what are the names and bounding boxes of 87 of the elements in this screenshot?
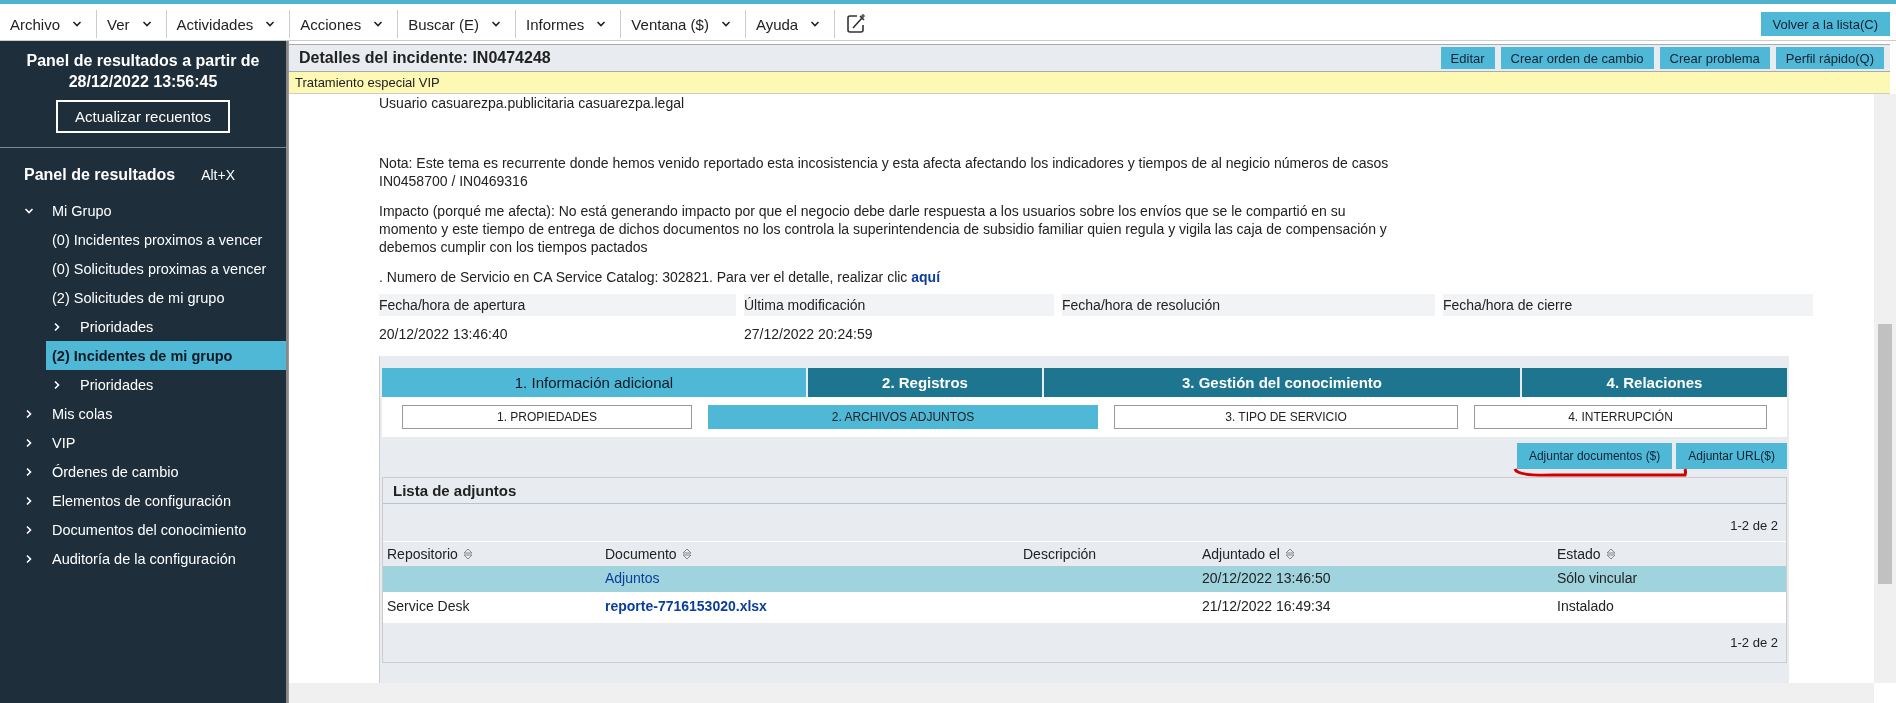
horizontal-scrollbar[interactable] xyxy=(289,683,1874,703)
catalog-note: . Numero de Servicio en CA Service Catalog: 302821. Para ver el detalle, realizar clic aquí xyxy=(379,268,942,286)
sort-icon[interactable] xyxy=(461,547,474,561)
tree-item[interactable]: Auditoría de la configuración xyxy=(0,544,286,573)
chevron-right-icon xyxy=(24,466,34,477)
shortcut-label: Alt+X xyxy=(201,167,236,183)
vip-banner: Tratamiento especial VIP xyxy=(289,72,1890,94)
table-cell: 20/12/2022 13:46:50 xyxy=(1198,566,1553,594)
tree-item[interactable]: Mi Grupo xyxy=(0,196,286,225)
date-label: Fecha/hora de apertura xyxy=(379,294,736,316)
menu-item[interactable]: Buscar (E) xyxy=(398,10,516,38)
chevron-right-icon xyxy=(24,408,34,419)
tree-item[interactable]: (2) Solicitudes de mi grupo xyxy=(0,283,286,312)
subtab[interactable]: 3. TIPO DE SERVICIO xyxy=(1114,405,1458,429)
date-label: Fecha/hora de resolución xyxy=(1062,294,1435,316)
document-link[interactable]: Adjuntos xyxy=(601,566,1019,594)
subtab[interactable]: 2. ARCHIVOS ADJUNTOS xyxy=(708,405,1098,429)
tree-item[interactable]: (0) Solicitudes proximas a vencer xyxy=(0,254,286,283)
menu-item[interactable]: Acciones xyxy=(290,10,399,38)
action-button[interactable]: Editar xyxy=(1440,47,1495,69)
vertical-scrollbar[interactable] xyxy=(1874,94,1896,683)
refresh-counts-button[interactable]: Actualizar recuentos xyxy=(56,100,230,133)
caret-icon xyxy=(265,19,276,29)
attach-button[interactable]: Adjuntar documentos ($) xyxy=(1516,443,1673,469)
description-text: Impacto (porqué me afecta): No está generando impacto por que el negocio debe darle respuesta a los usuarios sobre los envíos que se le compartió en su momento y este tiempo de entrega de dichos documentos no los controla la superintendencia de subsidio familiar quien regula y vigila las caja de compensación y debemos cumplir con los tiempos pactados xyxy=(379,202,1388,256)
column-header[interactable]: Documento xyxy=(601,541,1019,566)
caret-icon xyxy=(72,19,83,29)
tree-item[interactable]: Elementos de configuración xyxy=(0,486,286,515)
chevron-right-icon xyxy=(24,437,34,448)
tab[interactable]: 2. Registros xyxy=(808,368,1042,397)
action-button[interactable]: Crear orden de cambio xyxy=(1500,47,1654,69)
subtab[interactable]: 1. PROPIEDADES xyxy=(402,405,692,429)
tab[interactable]: 3. Gestión del conocimiento xyxy=(1044,368,1520,397)
date-value: 20/12/2022 13:46:40 xyxy=(379,325,509,344)
column-header[interactable]: Repositorio xyxy=(383,541,601,566)
chevron-right-icon xyxy=(24,495,34,506)
caret-icon xyxy=(596,19,607,29)
column-header[interactable]: Adjuntado el xyxy=(1198,541,1553,566)
tree-item[interactable]: Documentos del conocimiento xyxy=(0,515,286,544)
tab[interactable]: 4. Relaciones xyxy=(1522,368,1787,397)
table-cell: Sólo vincular xyxy=(1553,566,1786,594)
description-text: Usuario casuarezpa.publicitaria casuarezpa.legal xyxy=(379,94,686,112)
tab[interactable]: 1. Información adicional xyxy=(382,368,806,397)
caret-icon xyxy=(491,19,501,29)
description-text: Nota: Este tema es recurrente donde hemos venido reportado esta incosistencia y esta afecta afectando los indicadores y tiempos de al negicio números de casos IN0458700 / IN0469316 xyxy=(379,154,1389,190)
tree-item[interactable]: (0) Incidentes proximos a vencer xyxy=(0,225,286,254)
tree-item[interactable]: Mis colas xyxy=(0,399,286,428)
panel-title: Panel de resultados xyxy=(24,166,176,184)
detail-link[interactable]: aquí xyxy=(911,269,941,285)
back-to-list-button[interactable]: Volver a la lista(C) xyxy=(1760,12,1890,36)
chevron-right-icon xyxy=(52,379,62,390)
tree-item[interactable]: Órdenes de cambio xyxy=(0,457,286,486)
column-header[interactable]: Descripción xyxy=(1019,541,1198,566)
pager-label: 1-2 de 2 xyxy=(383,504,1786,541)
caret-icon xyxy=(373,19,384,29)
detail-title: Detalles del incidente: IN0474248 xyxy=(299,49,552,67)
date-label: Fecha/hora de cierre xyxy=(1443,294,1813,316)
chevron-right-icon xyxy=(24,524,34,535)
date-label: Última modificación xyxy=(744,294,1054,316)
caret-icon xyxy=(141,19,152,29)
panel-heading: Panel de resultados a partir de 28/12/2022 13:56:45 xyxy=(25,51,261,92)
menu-item[interactable]: Archivo xyxy=(0,10,98,38)
pager-label: 1-2 de 2 xyxy=(383,622,1786,662)
tree-item[interactable]: (2) Incidentes de mi grupo xyxy=(46,341,286,370)
edit-icon[interactable] xyxy=(845,13,868,35)
column-header[interactable]: Estado xyxy=(1553,541,1786,566)
list-title: Lista de adjuntos xyxy=(383,478,1786,504)
chevron-right-icon xyxy=(24,553,34,564)
caret-icon xyxy=(720,19,731,29)
menu-item[interactable]: Ventana ($) xyxy=(621,10,746,38)
tree-item[interactable]: Prioridades xyxy=(0,370,286,399)
sort-icon[interactable] xyxy=(680,547,693,561)
menu-item[interactable]: Ver xyxy=(97,10,167,38)
sort-icon[interactable] xyxy=(1604,547,1617,561)
chevron-right-icon xyxy=(52,321,62,332)
tree-item[interactable]: Prioridades xyxy=(0,312,286,341)
date-value: 27/12/2022 20:24:59 xyxy=(744,325,874,344)
attach-button[interactable]: Adjuntar URL($) xyxy=(1676,443,1787,469)
menu-item[interactable]: Actividades xyxy=(166,10,291,38)
caret-icon xyxy=(810,19,821,29)
subtab[interactable]: 4. INTERRUPCIÓN xyxy=(1474,405,1767,429)
sort-icon[interactable] xyxy=(1283,547,1296,561)
menu-item[interactable]: Ayuda xyxy=(745,10,836,38)
action-button[interactable]: Perfil rápido(Q) xyxy=(1775,47,1884,69)
menu-item[interactable]: Informes xyxy=(516,10,622,38)
tree-item[interactable]: VIP xyxy=(0,428,286,457)
action-button[interactable]: Crear problema xyxy=(1659,47,1770,69)
